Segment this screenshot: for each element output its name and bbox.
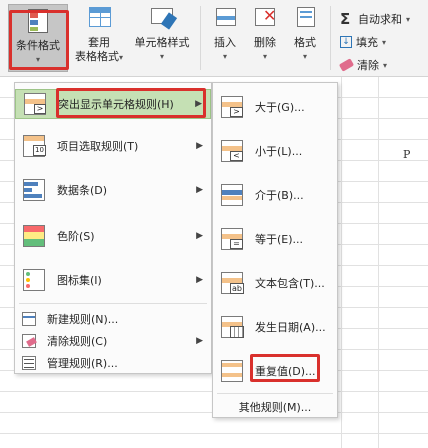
menu-item-label: 管理规则(R)... [47,357,118,370]
menu-item-label: 项目选取规则(T) [57,140,139,153]
menu-item-top-bottom-rules[interactable]: 10 项目选取规则(T) ▶ [15,131,211,161]
menu-item-label: 数据条(D) [57,184,108,197]
autosum-label: 自动求和 [358,13,402,26]
fill-button[interactable]: ↓ 填充 ▾ [340,34,386,50]
format-cells-icon [291,4,319,34]
top-bottom-rules-icon: 10 [21,132,49,160]
duplicate-values-icon [219,357,247,385]
cell-style-label: 单元格样式 [134,36,190,49]
autosum-button[interactable]: Σ 自动求和 ▾ [340,10,410,28]
fill-down-icon: ↓ [340,36,352,48]
chevron-right-icon: ▶ [196,185,203,195]
grid-line [378,77,379,448]
submenu-item-less-than[interactable]: < 小于(L)... [213,133,337,169]
clear-label: 清除 [357,59,379,72]
menu-item-clear-rules[interactable]: 清除规则(C) ▶ [15,331,211,351]
conditional-format-button[interactable]: 条件格式 ▾ [8,4,68,72]
chevron-down-icon: ▾ [159,52,164,61]
chevron-down-icon: ▾ [222,52,227,61]
column-header-p: P [403,148,411,161]
menu-item-data-bars[interactable]: 数据条(D) ▶ [15,175,211,205]
greater-than-icon: > [219,93,247,121]
menu-item-label: 色阶(S) [57,230,95,243]
menu-item-label: 新建规则(N)... [47,313,119,326]
highlight-rules-submenu: > 大于(G)... < 小于(L)... 介于(B)... = 等于(E)..… [212,82,338,418]
chevron-down-icon: ▾ [262,52,267,61]
submenu-item-label: 发生日期(A)... [255,321,326,334]
color-scales-icon [21,222,49,250]
format-button[interactable]: 格式 ▾ [288,4,322,64]
menu-item-highlight-rules[interactable]: > 突出显示单元格规则(H) ▶ [15,89,211,119]
conditional-format-menu: > 突出显示单元格规则(H) ▶ 10 项目选取规则(T) ▶ 数据条(D) ▶… [14,82,212,374]
submenu-item-label: 等于(E)... [255,233,304,246]
conditional-format-label: 条件格式 [16,39,60,52]
icon-sets-icon [21,266,49,294]
chevron-right-icon: ▶ [196,336,203,346]
chevron-down-icon: ▾ [302,52,307,61]
submenu-item-label: 大于(G)... [255,101,305,114]
chevron-right-icon: ▶ [196,231,203,241]
delete-label: 删除 [254,36,276,49]
clear-button[interactable]: 清除 ▾ [338,57,388,73]
submenu-item-greater-than[interactable]: > 大于(G)... [213,89,337,125]
submenu-item-other-rules[interactable]: 其他规则(M)... [213,399,337,415]
submenu-item-label: 文本包含(T)... [255,277,325,290]
highlight-rules-icon: > [22,90,50,118]
conditional-format-icon [24,7,52,37]
ribbon-divider [330,6,331,70]
less-than-icon: < [219,137,247,165]
insert-button[interactable]: 插入 ▾ [208,4,242,64]
submenu-item-between[interactable]: 介于(B)... [213,177,337,213]
insert-cells-icon [211,4,239,34]
manage-rules-icon [21,355,37,371]
table-format-label2: 表格格式 [74,50,119,63]
table-format-icon [85,4,113,34]
chevron-right-icon: ▶ [196,275,203,285]
new-rule-icon [21,311,37,327]
between-icon [219,181,247,209]
clear-rules-icon [21,333,37,349]
menu-item-icon-sets[interactable]: 图标集(I) ▶ [15,265,211,295]
delete-cells-icon: ✕ [251,4,279,34]
table-format-button[interactable]: 套用 表格格式▾ [74,4,124,65]
equal-to-icon: = [219,225,247,253]
ribbon-divider [200,6,201,70]
sigma-icon: Σ [340,10,351,28]
chevron-down-icon: ▾ [35,55,40,64]
insert-label: 插入 [214,36,236,49]
submenu-item-equal-to[interactable]: = 等于(E)... [213,221,337,257]
text-contains-icon: ab [219,269,247,297]
cell-style-icon [148,4,178,34]
chevron-down-icon: ▾ [382,37,387,47]
fill-label: 填充 [356,36,378,49]
date-occurring-icon [219,313,247,341]
table-format-label1: 套用 [88,36,110,49]
menu-item-label: 突出显示单元格规则(H) [58,98,174,111]
submenu-item-label: 介于(B)... [255,189,304,202]
grid-line [341,77,342,448]
chevron-right-icon: ▶ [196,141,203,151]
menu-item-manage-rules[interactable]: 管理规则(R)... [15,353,211,373]
delete-button[interactable]: ✕ 删除 ▾ [248,4,282,64]
menu-item-label: 清除规则(C) [47,335,108,348]
format-label: 格式 [294,36,316,49]
chevron-right-icon: ▶ [195,99,202,109]
eraser-icon [338,58,355,72]
submenu-item-duplicate-values[interactable]: 重复值(D)... [213,353,337,389]
submenu-item-text-contains[interactable]: ab 文本包含(T)... [213,265,337,301]
menu-item-label: 图标集(I) [57,274,102,287]
submenu-item-label: 小于(L)... [255,145,303,158]
menu-separator [217,393,333,394]
cell-style-button[interactable]: 单元格样式 ▾ [130,4,194,64]
menu-separator [19,303,207,304]
chevron-down-icon: ▾ [118,53,123,62]
menu-item-color-scales[interactable]: 色阶(S) ▶ [15,221,211,251]
data-bars-icon [21,176,49,204]
submenu-item-date-occurring[interactable]: 发生日期(A)... [213,309,337,345]
chevron-down-icon: ▾ [383,60,388,70]
submenu-item-label: 重复值(D)... [255,365,316,378]
menu-item-new-rule[interactable]: 新建规则(N)... [15,309,211,329]
chevron-down-icon: ▾ [406,14,411,24]
